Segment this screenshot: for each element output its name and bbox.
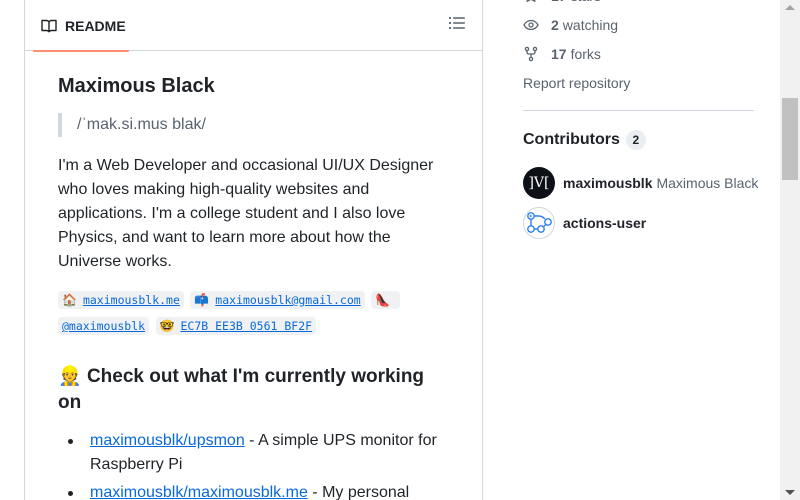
avatar[interactable] xyxy=(523,207,555,239)
construction-worker-icon: 👷 xyxy=(58,366,82,387)
star-icon xyxy=(526,0,536,2)
forks-link[interactable]: 17 forks xyxy=(523,46,601,62)
sidebar-divider xyxy=(523,110,754,111)
contributors-title: Contributors xyxy=(523,131,620,148)
report-repository-link[interactable]: Report repository xyxy=(523,75,630,91)
scroll-down-icon[interactable] xyxy=(785,490,795,495)
watching-link[interactable]: 2 watching xyxy=(523,17,618,33)
stars-link[interactable]: 17 stars xyxy=(523,0,601,4)
gpg-key-link[interactable]: EC7B EE3B 0561 BF2F xyxy=(181,319,313,333)
pronunciation-quote: /ˈmak.si.mus blak/ xyxy=(58,113,206,137)
book-icon xyxy=(41,19,57,33)
tab-readme[interactable]: README xyxy=(33,1,129,52)
twitter-link[interactable]: @maximousblk xyxy=(58,317,150,335)
outline-list-icon[interactable] xyxy=(448,15,466,31)
website-link[interactable]: maximousblk.me xyxy=(83,293,180,307)
watching-count: 2 xyxy=(551,17,559,33)
forks-label: forks xyxy=(570,46,601,62)
house-icon: 🏠 xyxy=(62,293,77,307)
intro-paragraph: I'm a Web Developer and occasional UI/UX… xyxy=(58,157,434,270)
contributor-login[interactable]: actions-user xyxy=(563,215,646,231)
contributor-actions-user[interactable]: actions-user xyxy=(523,207,650,239)
contributor-maximousblk[interactable]: ]V[ maximousblk Maximous Black xyxy=(523,167,758,199)
watching-label: watching xyxy=(562,17,619,33)
project-desc: - My personal xyxy=(307,484,410,500)
boot-icon: 👠 xyxy=(375,293,391,307)
avatar[interactable]: ]V[ xyxy=(523,167,555,199)
contributors-count-badge: 2 xyxy=(625,130,646,150)
stars-count: 17 xyxy=(551,0,567,4)
fork-icon xyxy=(524,46,538,62)
readme-title: Maximous Black xyxy=(58,75,215,97)
list-item: maximousblk/upsmon - A simple UPS monito… xyxy=(58,429,448,477)
gpg-chip[interactable]: 🤓 EC7B EE3B 0561 BF2F xyxy=(155,317,317,335)
stars-label: stars xyxy=(571,0,601,4)
bullet-icon xyxy=(68,491,73,496)
mailbox-icon: 📫 xyxy=(194,293,210,307)
robot-icon: 🤓 xyxy=(159,319,175,333)
email-chip[interactable]: 📫 maximousblk@gmail.com xyxy=(190,291,365,309)
section-heading-text: Check out what I'm currently working on xyxy=(58,366,425,413)
section-heading: 👷 Check out what I'm currently working o… xyxy=(58,364,443,416)
scroll-up-icon[interactable] xyxy=(785,5,795,10)
email-link[interactable]: maximousblk@gmail.com xyxy=(215,293,360,307)
eye-icon xyxy=(523,19,539,31)
twitter-chip-start[interactable]: 👠 xyxy=(371,291,401,309)
contact-chips-row2: @maximousblk 🤓 EC7B EE3B 0561 BF2F xyxy=(58,317,317,339)
scroll-thumb[interactable] xyxy=(782,98,798,180)
contributors-heading[interactable]: Contributors 2 xyxy=(523,130,646,150)
list-item: maximousblk/maximousblk.me - My personal xyxy=(58,481,448,500)
tab-active-indicator xyxy=(33,50,129,52)
contributor-login[interactable]: maximousblk xyxy=(563,175,652,191)
readme-header: README xyxy=(25,0,482,52)
project-link[interactable]: maximousblk/maximousblk.me xyxy=(90,484,308,500)
contributor-name: Maximous Black xyxy=(656,175,759,191)
page-scrollbar[interactable] xyxy=(780,0,800,500)
website-chip[interactable]: 🏠 maximousblk.me xyxy=(58,291,184,309)
readme-panel: README Maximous Black /ˈmak.si.mus blak/… xyxy=(24,0,483,500)
forks-count: 17 xyxy=(551,46,567,62)
readme-tab-label: README xyxy=(65,18,126,34)
contact-chips: 🏠 maximousblk.me 📫 maximousblk@gmail.com 👠 xyxy=(58,291,401,313)
projects-list: maximousblk/upsmon - A simple UPS monito… xyxy=(58,429,448,500)
project-link[interactable]: maximousblk/upsmon xyxy=(90,432,245,449)
github-actions-icon xyxy=(527,212,552,233)
avatar-monogram: ]V[ xyxy=(528,175,550,191)
bullet-icon xyxy=(68,439,73,444)
